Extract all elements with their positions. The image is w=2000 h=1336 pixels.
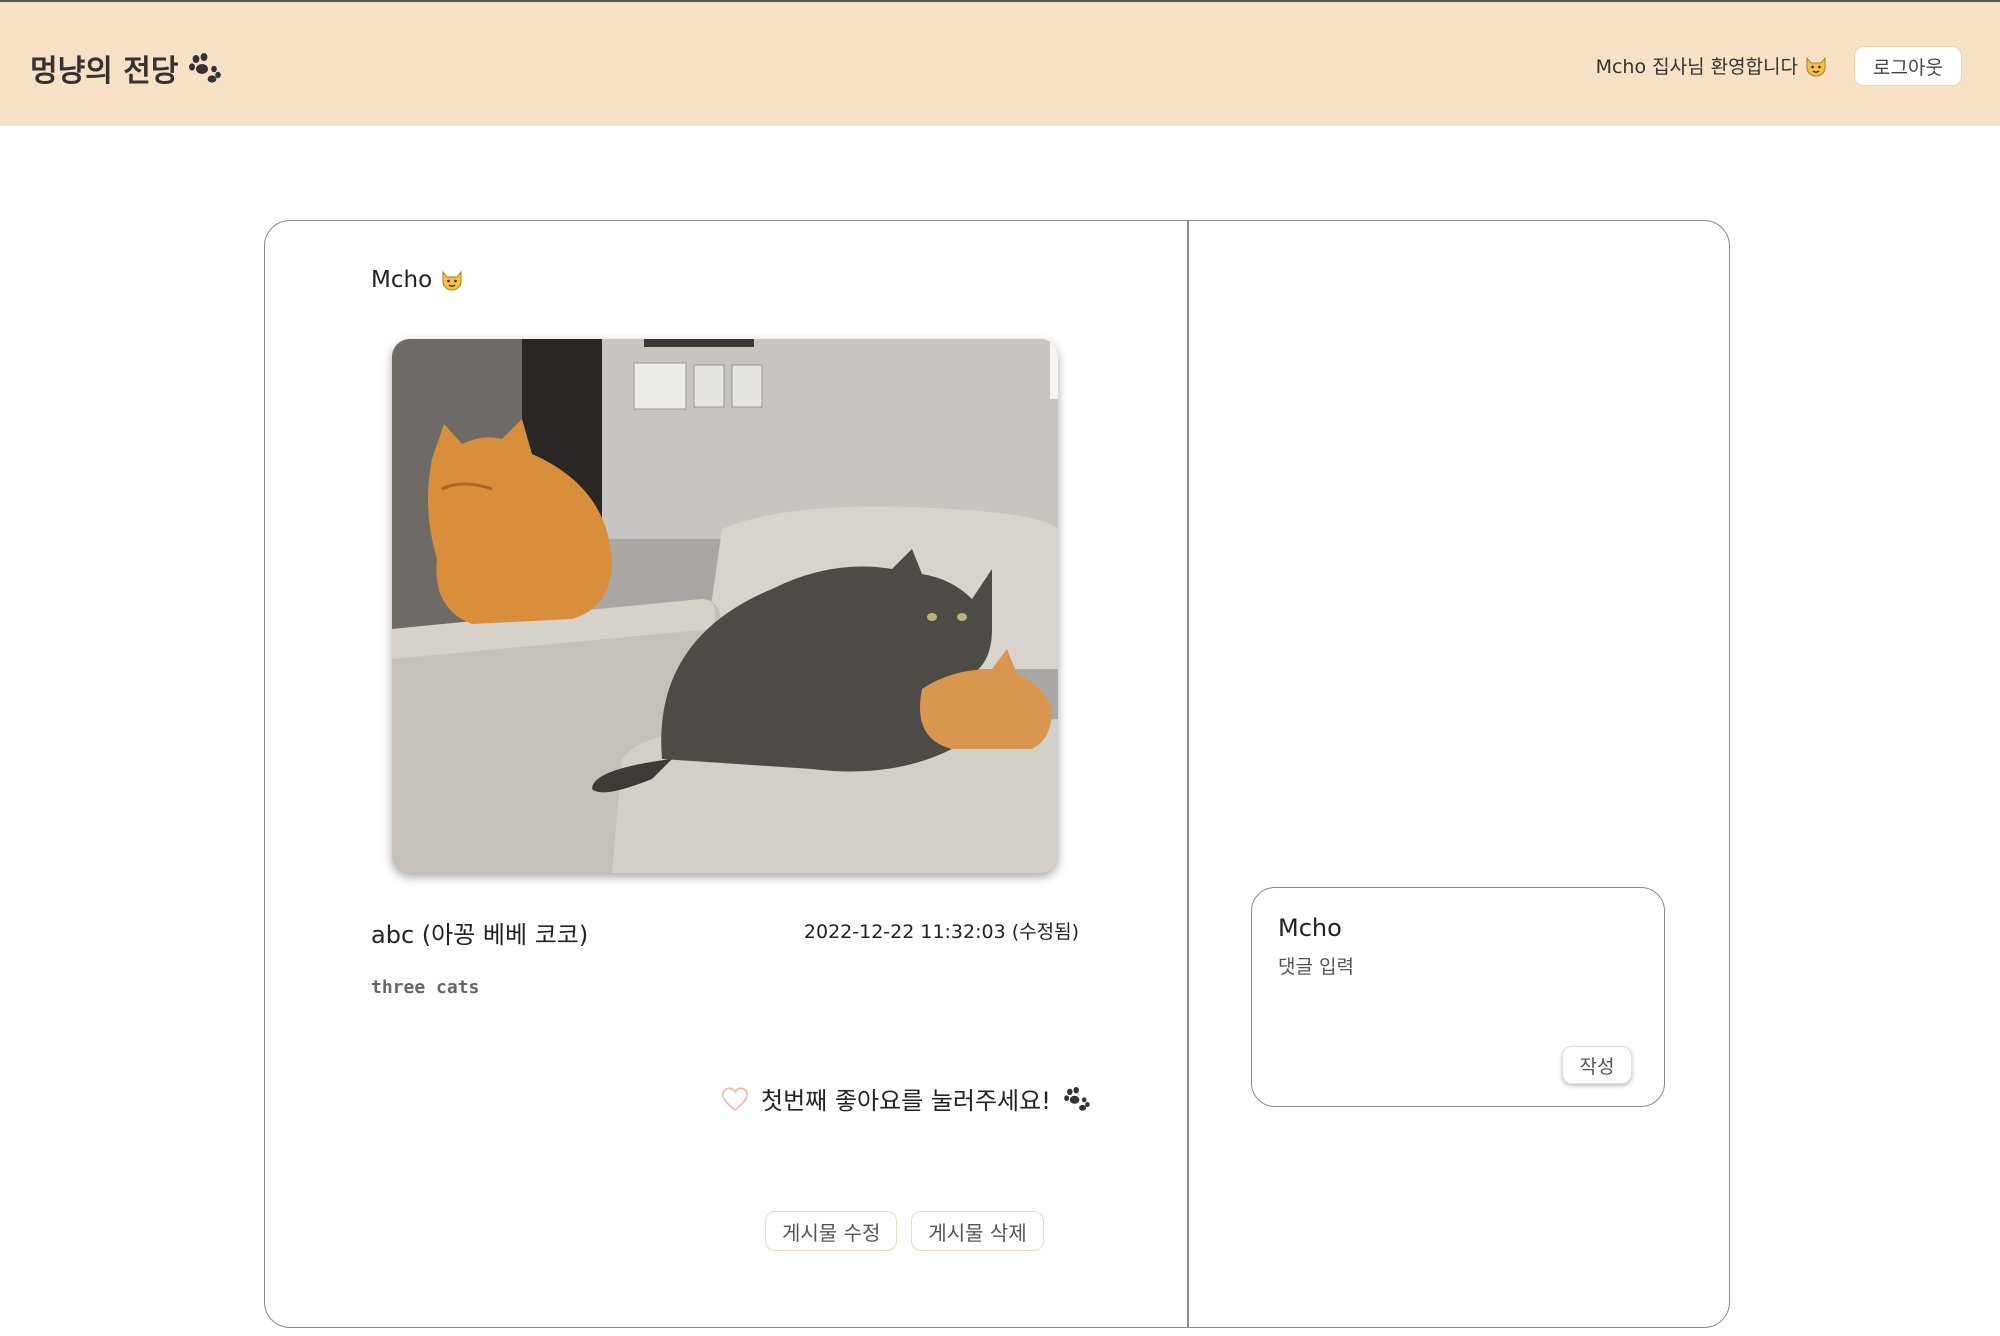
- submit-comment-button[interactable]: 작성: [1562, 1046, 1632, 1084]
- site-title: 멍냥의 전당: [30, 54, 179, 89]
- like-section: 첫번째 좋아요를 눌러주세요!: [721, 1081, 1091, 1116]
- post-date: 2022-12-22 11:32:03 (수정됨): [803, 921, 1079, 943]
- comment-input[interactable]: [1278, 952, 1638, 982]
- delete-post-button[interactable]: 게시물 삭제: [911, 1211, 1044, 1251]
- post-body: three cats: [371, 977, 480, 998]
- cat-face-icon: [1804, 54, 1828, 78]
- column-divider: [1187, 221, 1189, 1327]
- comment-form: Mcho 작성: [1251, 887, 1665, 1107]
- post-author-name: Mcho: [371, 267, 433, 293]
- paw-icon: [188, 53, 222, 83]
- like-prompt: 첫번째 좋아요를 눌러주세요!: [761, 1087, 1051, 1115]
- paw-icon: [1063, 1086, 1091, 1111]
- post-actions: 게시물 수정 게시물 삭제: [765, 1211, 1044, 1251]
- edit-post-button[interactable]: 게시물 수정: [765, 1211, 898, 1251]
- heart-outline-icon[interactable]: [721, 1086, 749, 1112]
- post-image: [392, 339, 1058, 873]
- cat-face-icon: [440, 268, 464, 292]
- welcome-message: Mcho 집사님 환영합니다: [1596, 52, 1828, 79]
- post-author: Mcho: [371, 267, 464, 293]
- site-brand[interactable]: 멍냥의 전당: [30, 46, 222, 90]
- logout-button[interactable]: 로그아웃: [1854, 46, 1962, 86]
- welcome-text: Mcho 집사님 환영합니다: [1595, 56, 1798, 78]
- post-title: abc (아꽁 베베 코코): [371, 921, 589, 949]
- top-header: 멍냥의 전당 Mcho 집사님 환영합니다 로그아웃: [0, 0, 2000, 126]
- comment-user: Mcho: [1278, 914, 1342, 942]
- post-detail-card: Mcho abc (아꽁 베베 코코) 2022-12-22 11:32:03 …: [264, 220, 1730, 1328]
